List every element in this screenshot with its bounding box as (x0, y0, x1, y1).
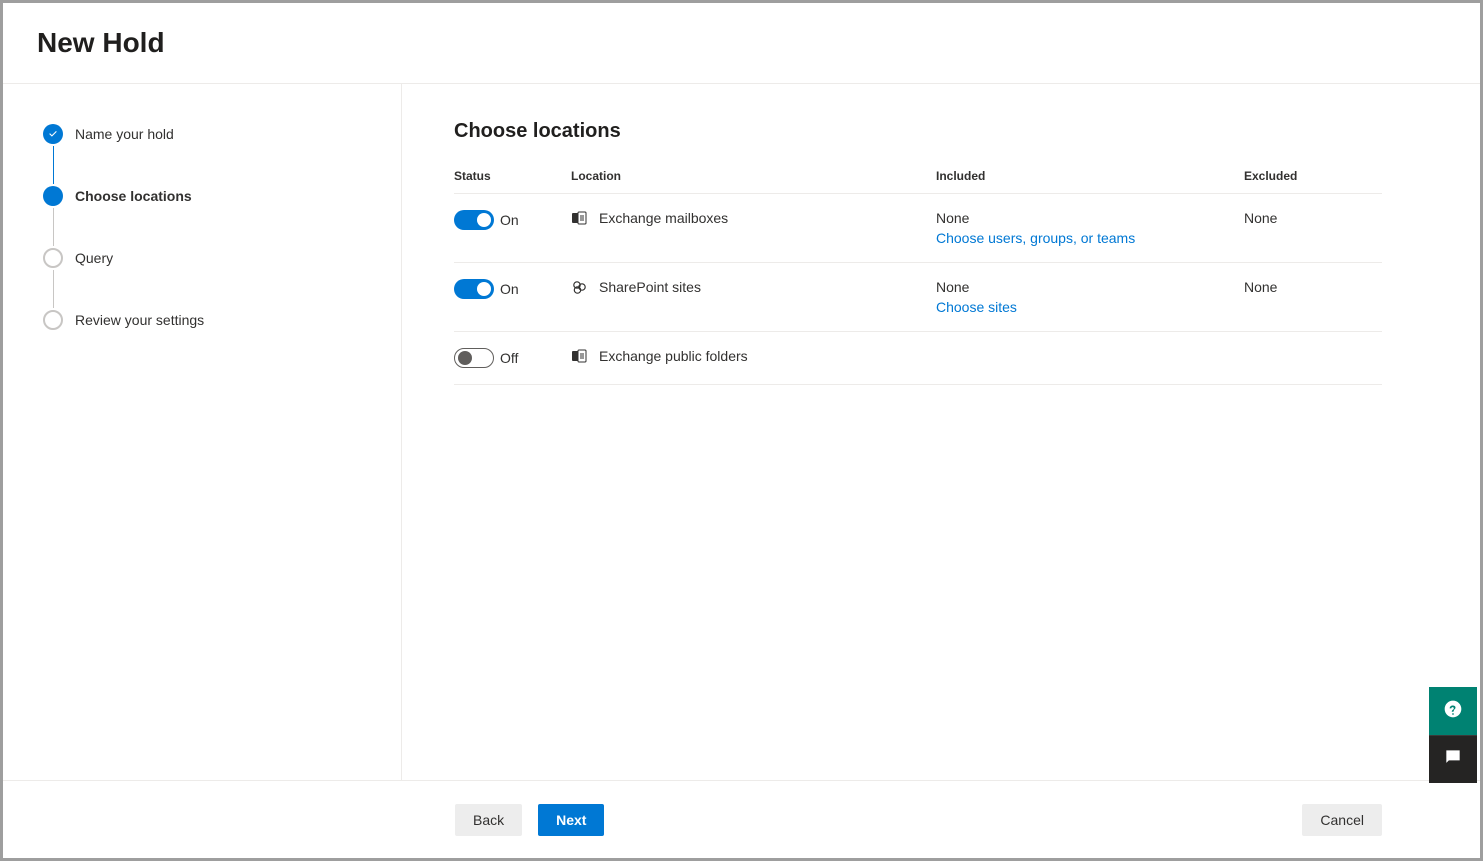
wizard-step[interactable]: Name your hold (43, 124, 401, 144)
toggle-label: Off (500, 350, 518, 366)
column-header-excluded: Excluded (1244, 169, 1382, 183)
table-row: On Exchange mailboxes None Choose users, gr… (454, 194, 1382, 263)
wizard-step[interactable]: Review your settings (43, 310, 401, 330)
cancel-button[interactable]: Cancel (1302, 804, 1382, 836)
wizard-steps-sidebar: Name your hold Choose locations Query Revie… (3, 84, 402, 780)
column-header-status: Status (454, 169, 571, 183)
feedback-button[interactable] (1429, 735, 1477, 783)
page-header: New Hold (3, 3, 1480, 84)
exchange-icon (571, 348, 587, 364)
column-header-location: Location (571, 169, 936, 183)
excluded-value: None (1244, 279, 1382, 295)
step-label: Choose locations (75, 188, 192, 204)
back-button[interactable]: Back (455, 804, 522, 836)
location-name: SharePoint sites (599, 279, 701, 295)
excluded-value: None (1244, 210, 1382, 226)
table-row: On SharePoint sites None Choose sites None (454, 263, 1382, 332)
section-title: Choose locations (454, 120, 1382, 143)
wizard-footer: Back Next Cancel (3, 780, 1480, 858)
step-label: Query (75, 250, 113, 266)
step-connector (53, 270, 54, 308)
exchange-icon (571, 210, 587, 226)
help-button[interactable] (1429, 687, 1477, 735)
status-toggle[interactable] (454, 348, 494, 368)
sharepoint-icon (571, 279, 587, 295)
table-header-row: Status Location Included Excluded (454, 169, 1382, 194)
step-label: Review your settings (75, 312, 204, 328)
toggle-label: On (500, 212, 519, 228)
included-value: None (936, 279, 1244, 295)
step-dot-icon (43, 248, 63, 268)
status-toggle[interactable] (454, 210, 494, 230)
wizard-step[interactable]: Query (43, 248, 401, 268)
step-connector (53, 146, 54, 184)
checkmark-icon (43, 124, 63, 144)
included-value: None (936, 210, 1244, 226)
choose-included-link[interactable]: Choose users, groups, or teams (936, 230, 1135, 246)
help-icon (1443, 699, 1463, 724)
table-row: Off Exchange public folders (454, 332, 1382, 385)
next-button[interactable]: Next (538, 804, 604, 836)
wizard-step[interactable]: Choose locations (43, 186, 401, 206)
toggle-label: On (500, 281, 519, 297)
step-dot-icon (43, 186, 63, 206)
page-title: New Hold (37, 27, 1480, 59)
side-action-bar (1429, 687, 1477, 783)
choose-included-link[interactable]: Choose sites (936, 299, 1017, 315)
location-name: Exchange mailboxes (599, 210, 728, 226)
main-content: Choose locations Status Location Include… (402, 84, 1480, 780)
column-header-included: Included (936, 169, 1244, 183)
location-name: Exchange public folders (599, 348, 748, 364)
status-toggle[interactable] (454, 279, 494, 299)
step-dot-icon (43, 310, 63, 330)
feedback-icon (1443, 747, 1463, 772)
step-connector (53, 208, 54, 246)
step-label: Name your hold (75, 126, 174, 142)
